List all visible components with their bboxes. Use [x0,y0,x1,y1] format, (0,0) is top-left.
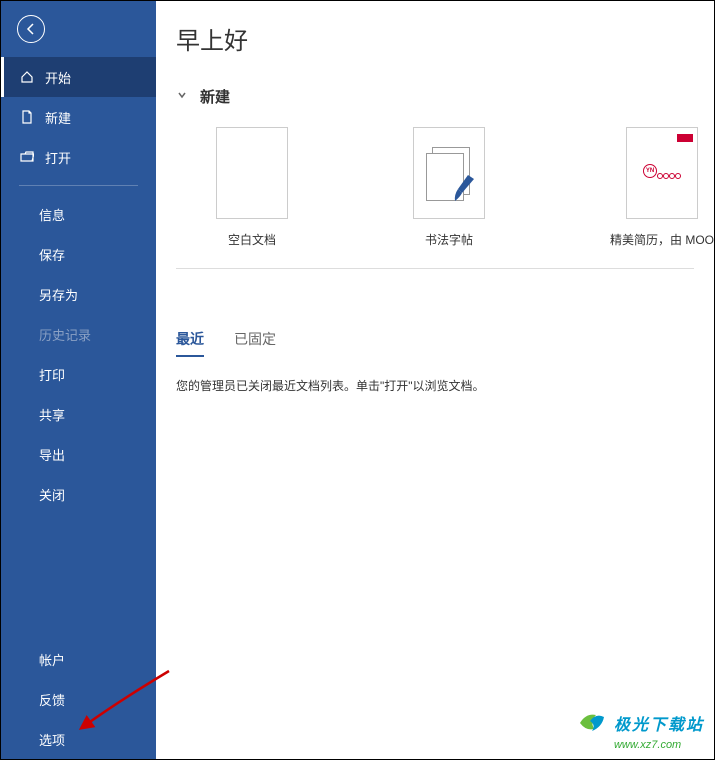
sidebar-label: 开始 [45,68,71,87]
template-blank[interactable]: 空白文档 [216,127,288,248]
sidebar-item-new[interactable]: 新建 [1,97,156,137]
sidebar-label: 选项 [39,730,65,749]
sidebar-label: 帐户 [39,650,65,669]
template-label: 精美简历，由 MOO [610,231,714,248]
tab-pinned[interactable]: 已固定 [234,329,276,357]
sidebar-label: 共享 [39,405,65,424]
template-thumb-resume: YN [626,127,698,219]
sidebar-label: 信息 [39,205,65,224]
sidebar-item-account[interactable]: 帐户 [1,639,156,679]
chevron-down-icon [176,88,188,106]
sidebar-label: 反馈 [39,690,65,709]
sidebar-item-options[interactable]: 选项 [1,719,156,759]
template-thumb-blank [216,127,288,219]
template-calligraphy[interactable]: 书法字帖 [413,127,485,248]
sidebar-item-print[interactable]: 打印 [1,354,156,394]
sidebar-label: 保存 [39,245,65,264]
divider [176,268,694,269]
tab-recent[interactable]: 最近 [176,329,204,357]
sidebar-label: 新建 [45,108,71,127]
sidebar-item-feedback[interactable]: 反馈 [1,679,156,719]
sidebar-label: 另存为 [39,285,78,304]
document-icon [19,109,35,125]
sidebar-item-saveas[interactable]: 另存为 [1,274,156,314]
sidebar-item-history: 历史记录 [1,314,156,354]
sidebar-item-open[interactable]: 打开 [1,137,156,177]
sidebar-label: 打印 [39,365,65,384]
back-arrow-icon [17,15,45,43]
sidebar-item-info[interactable]: 信息 [1,194,156,234]
folder-icon [19,149,35,165]
template-label: 空白文档 [228,231,276,248]
sidebar-label: 打开 [45,148,71,167]
sidebar-item-close[interactable]: 关闭 [1,474,156,514]
section-title: 新建 [200,86,230,107]
sidebar-label: 关闭 [39,485,65,504]
watermark-url: www.xz7.com [576,739,704,751]
sidebar-label: 历史记录 [39,325,91,344]
sidebar-item-start[interactable]: 开始 [1,57,156,97]
watermark-name: 极光下载站 [614,711,704,735]
back-button[interactable] [1,1,156,57]
watermark: 极光下载站 www.xz7.com [576,707,704,751]
resume-logo: YN [643,164,657,178]
sidebar-label: 导出 [39,445,65,464]
template-label: 书法字帖 [425,231,473,248]
sidebar-item-save[interactable]: 保存 [1,234,156,274]
new-section-header[interactable]: 新建 [176,86,714,107]
template-thumb-calligraphy [413,127,485,219]
info-message: 您的管理员已关闭最近文档列表。单击"打开"以浏览文档。 [176,377,714,394]
template-resume[interactable]: YN 精美简历，由 MOO [610,127,714,248]
home-icon [19,69,35,85]
sidebar-item-share[interactable]: 共享 [1,394,156,434]
divider [19,185,138,186]
greeting-title: 早上好 [176,21,714,56]
watermark-logo-icon [576,707,608,739]
sidebar-item-export[interactable]: 导出 [1,434,156,474]
